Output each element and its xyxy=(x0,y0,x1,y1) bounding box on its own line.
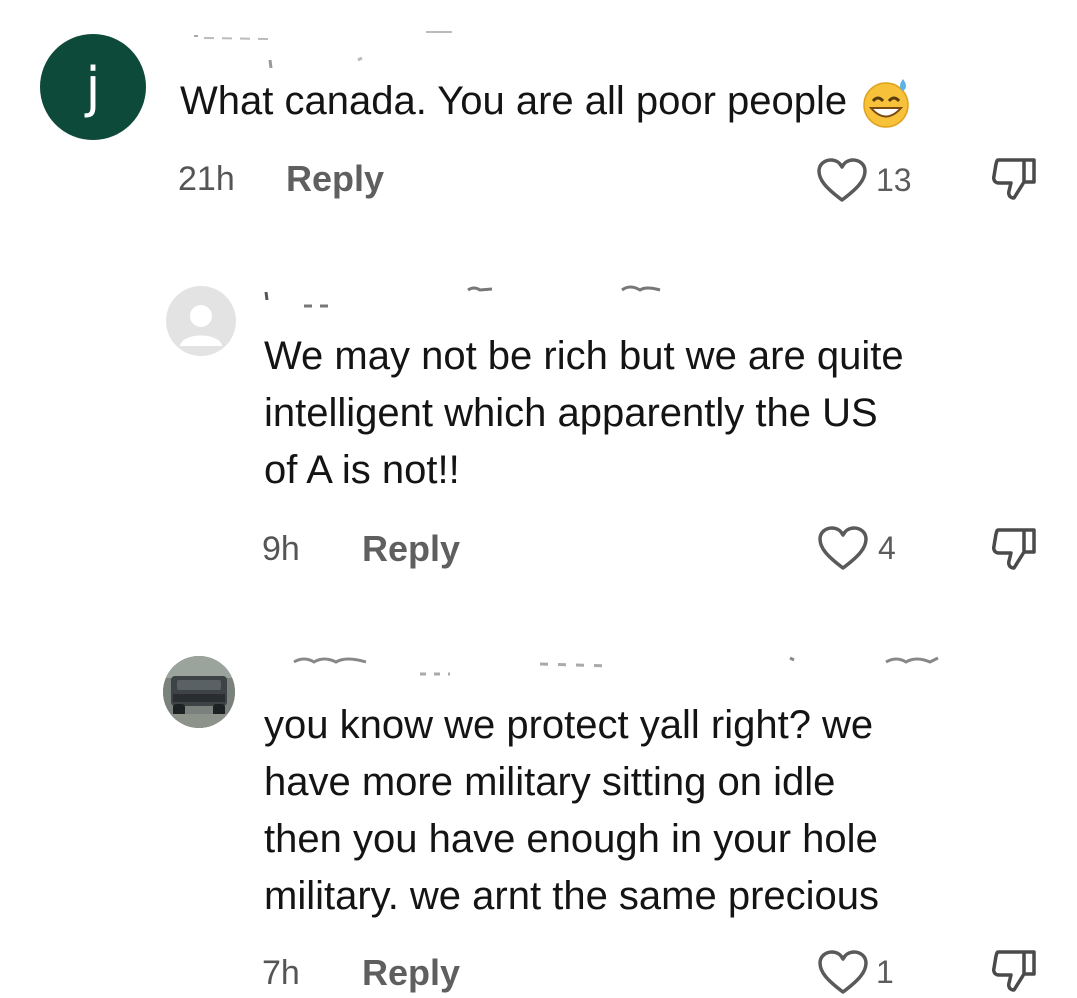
truck-photo-icon xyxy=(163,656,235,728)
reply-button[interactable]: Reply xyxy=(362,952,460,994)
dislike-icon[interactable] xyxy=(990,946,1040,994)
avatar[interactable]: j xyxy=(40,34,146,140)
grinning-sweat-emoji-icon xyxy=(859,75,913,129)
heart-icon[interactable] xyxy=(817,950,869,996)
avatar[interactable] xyxy=(166,286,236,356)
comment-line: then you have enough in your hole xyxy=(264,817,878,861)
comment-text: What canada. You are all poor people xyxy=(180,73,913,130)
comment-line: What canada. You are all poor people xyxy=(180,79,848,123)
username-blur-marks xyxy=(293,656,939,676)
username-blur-marks xyxy=(194,31,452,69)
like-count: 4 xyxy=(878,530,896,566)
comment-text: We may not be rich but we are quite inte… xyxy=(264,328,904,499)
default-user-icon xyxy=(180,305,222,346)
like-count: 13 xyxy=(876,162,912,198)
avatar[interactable] xyxy=(163,656,235,728)
dislike-icon[interactable] xyxy=(990,524,1040,572)
comment-line: of A is not!! xyxy=(264,448,460,492)
dislike-icon[interactable] xyxy=(990,154,1040,202)
timestamp: 9h xyxy=(262,530,300,568)
comment-line: you know we protect yall right? we xyxy=(264,703,874,747)
heart-icon[interactable] xyxy=(816,158,868,204)
like-count: 1 xyxy=(876,954,894,990)
timestamp: 21h xyxy=(178,160,235,198)
reply-button[interactable]: Reply xyxy=(362,528,460,570)
reply-button[interactable]: Reply xyxy=(286,158,384,200)
username-blur-marks xyxy=(264,285,661,308)
avatar-letter: j xyxy=(85,55,101,119)
heart-icon[interactable] xyxy=(817,526,869,572)
comment-line: military. we arnt the same precious xyxy=(264,874,880,918)
comment-line: We may not be rich but we are quite xyxy=(264,334,904,378)
comment-text: you know we protect yall right? we have … xyxy=(264,697,879,925)
comment-line: have more military sitting on idle xyxy=(264,760,836,804)
timestamp: 7h xyxy=(262,954,300,992)
comment-line: intelligent which apparently the US xyxy=(264,391,878,435)
